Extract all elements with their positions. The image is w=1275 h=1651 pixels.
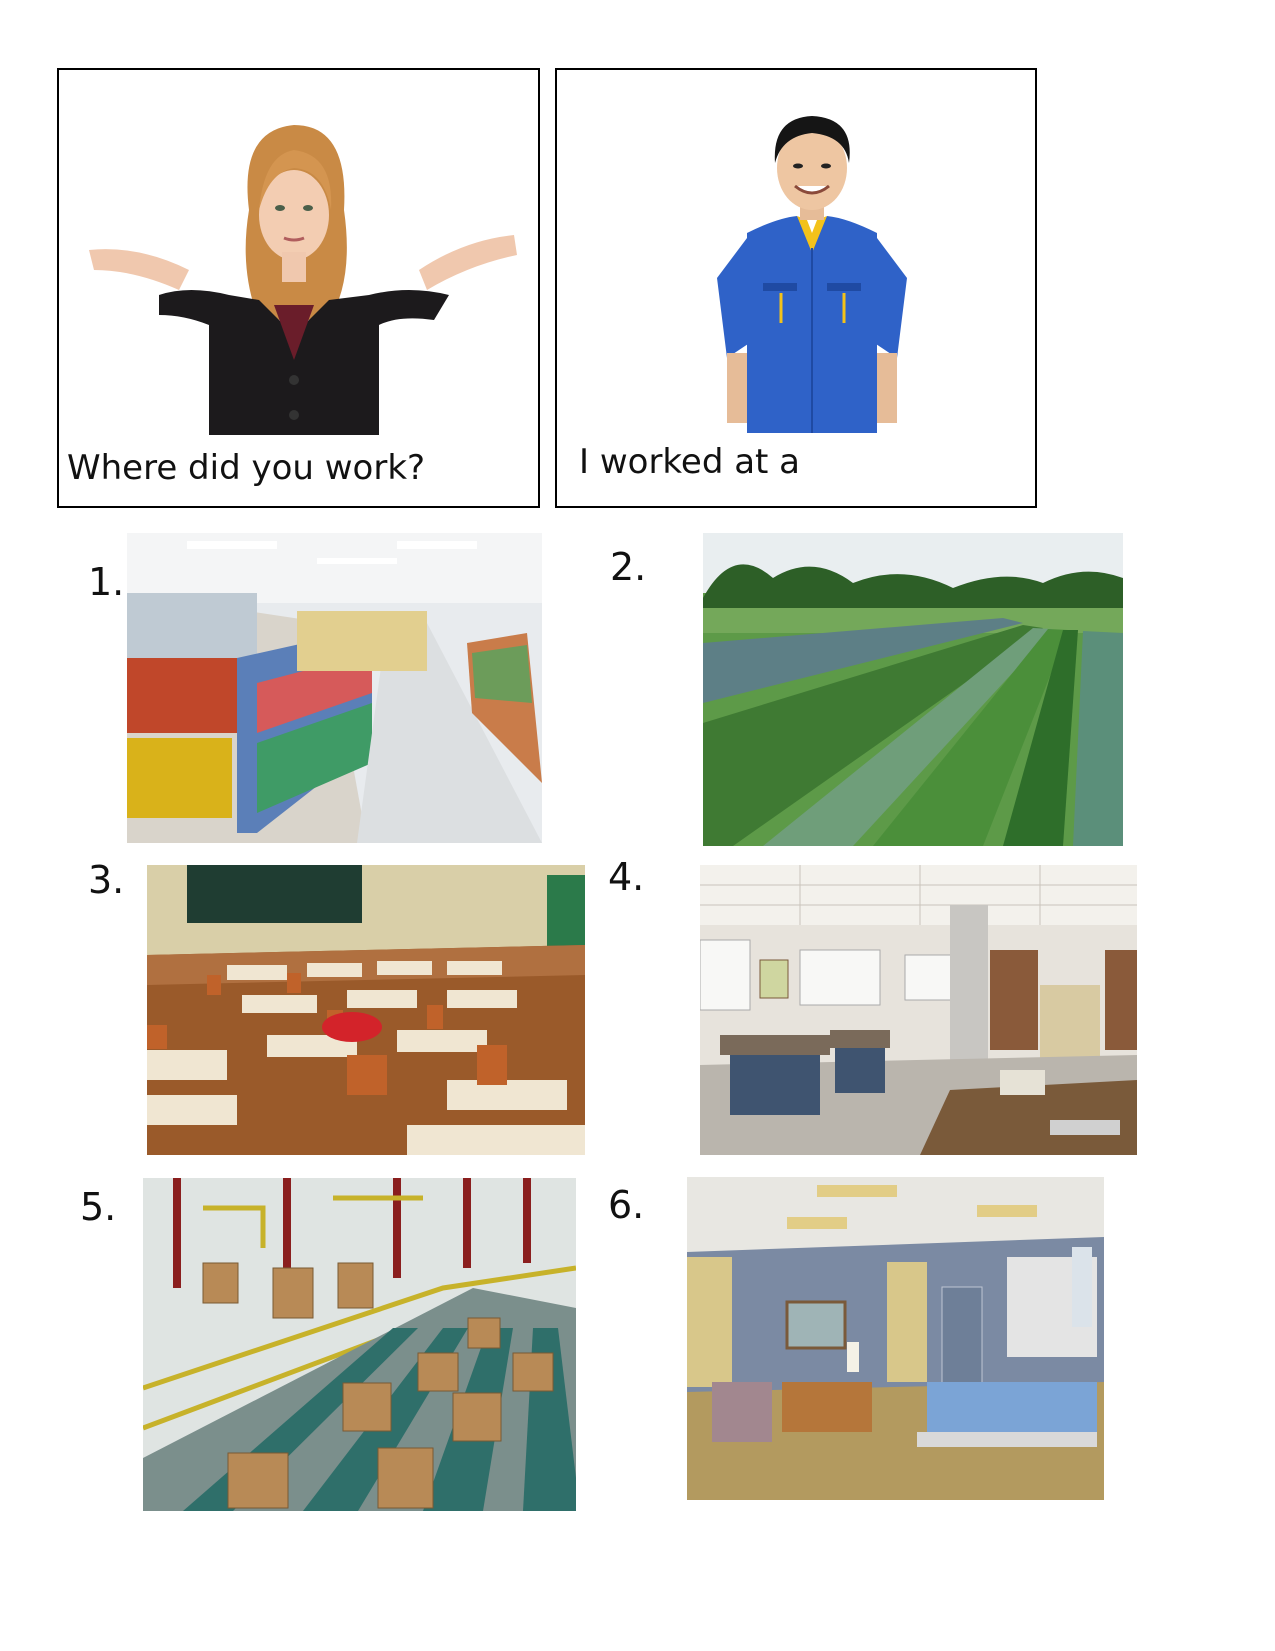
office-photo xyxy=(700,865,1137,1155)
place-number-3: 3. xyxy=(88,858,125,902)
question-card: Where did you work? xyxy=(57,68,540,508)
place-number-2: 2. xyxy=(610,545,647,589)
store-aisle-photo xyxy=(127,533,542,843)
answer-caption: I worked at a xyxy=(579,442,801,482)
place-number-1: 1. xyxy=(88,560,125,604)
woman-shrugging-image xyxy=(79,120,524,435)
classroom-photo xyxy=(147,865,585,1155)
hospital-room-photo xyxy=(687,1177,1104,1500)
place-number-4: 4. xyxy=(608,855,645,899)
place-number-5: 5. xyxy=(80,1185,117,1229)
farm-field-photo xyxy=(703,533,1123,846)
place-number-6: 6. xyxy=(608,1183,645,1227)
answer-card: I worked at a xyxy=(555,68,1037,508)
worker-in-uniform-image xyxy=(697,108,927,433)
factory-conveyor-photo xyxy=(143,1178,576,1511)
question-caption: Where did you work? xyxy=(67,448,426,488)
